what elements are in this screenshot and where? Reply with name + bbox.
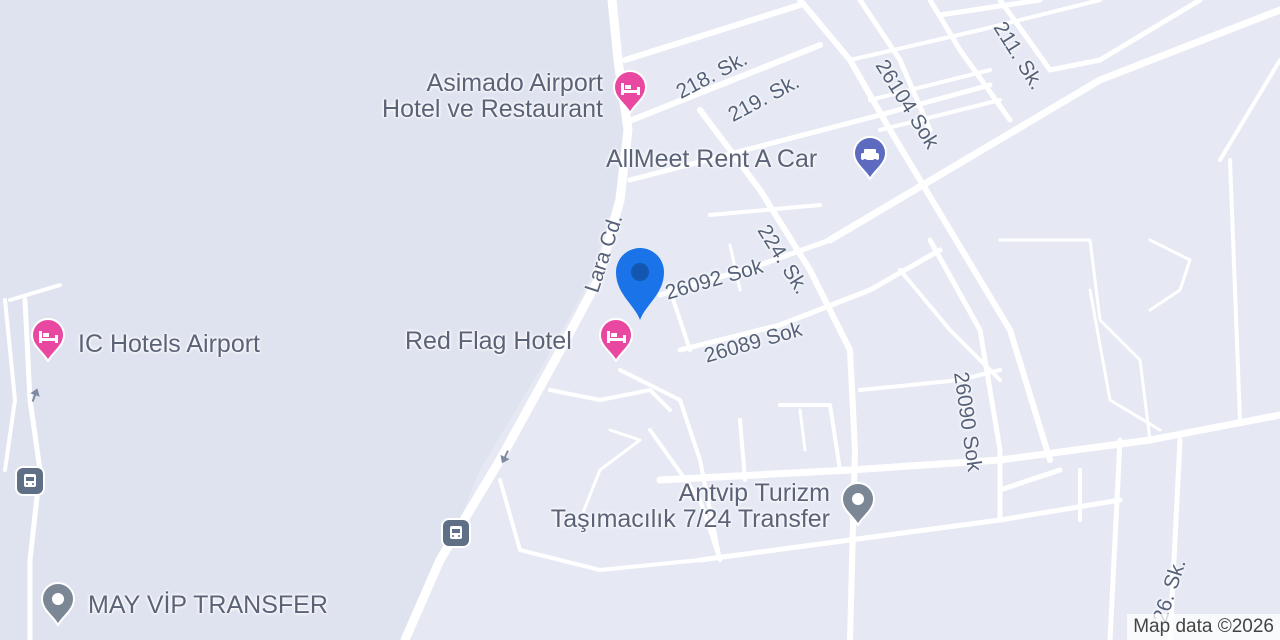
poi-label-asimado[interactable]: Asimado Airport Hotel ve Restaurant (358, 70, 603, 122)
map-attribution: Map data ©2026 (1127, 614, 1280, 640)
direction-arrow-icon (500, 450, 510, 464)
map-canvas[interactable]: 218. Sk. 219. Sk. 26104 Sok 211. Sk. Lar… (0, 0, 1280, 640)
location-pin-icon[interactable] (612, 246, 668, 322)
bus-stop-icon[interactable] (17, 468, 43, 494)
place-icon[interactable] (40, 582, 76, 626)
car-rental-icon[interactable] (852, 136, 888, 180)
poi-label-antvip[interactable]: Antvip Turizm Taşımacılık 7/24 Transfer (505, 480, 830, 532)
place-icon[interactable] (840, 482, 876, 526)
hotel-icon[interactable] (30, 318, 66, 362)
bus-stop-icon[interactable] (443, 520, 469, 546)
direction-arrow-icon (30, 388, 40, 402)
poi-label-ichotels[interactable]: IC Hotels Airport (78, 331, 260, 357)
hotel-icon[interactable] (598, 318, 634, 362)
poi-label-mayvip[interactable]: MAY VİP TRANSFER (88, 592, 328, 618)
hotel-icon[interactable] (612, 70, 648, 114)
poi-label-allmeet[interactable]: AllMeet Rent A Car (606, 146, 817, 172)
poi-label-redflag[interactable]: Red Flag Hotel (405, 328, 572, 354)
